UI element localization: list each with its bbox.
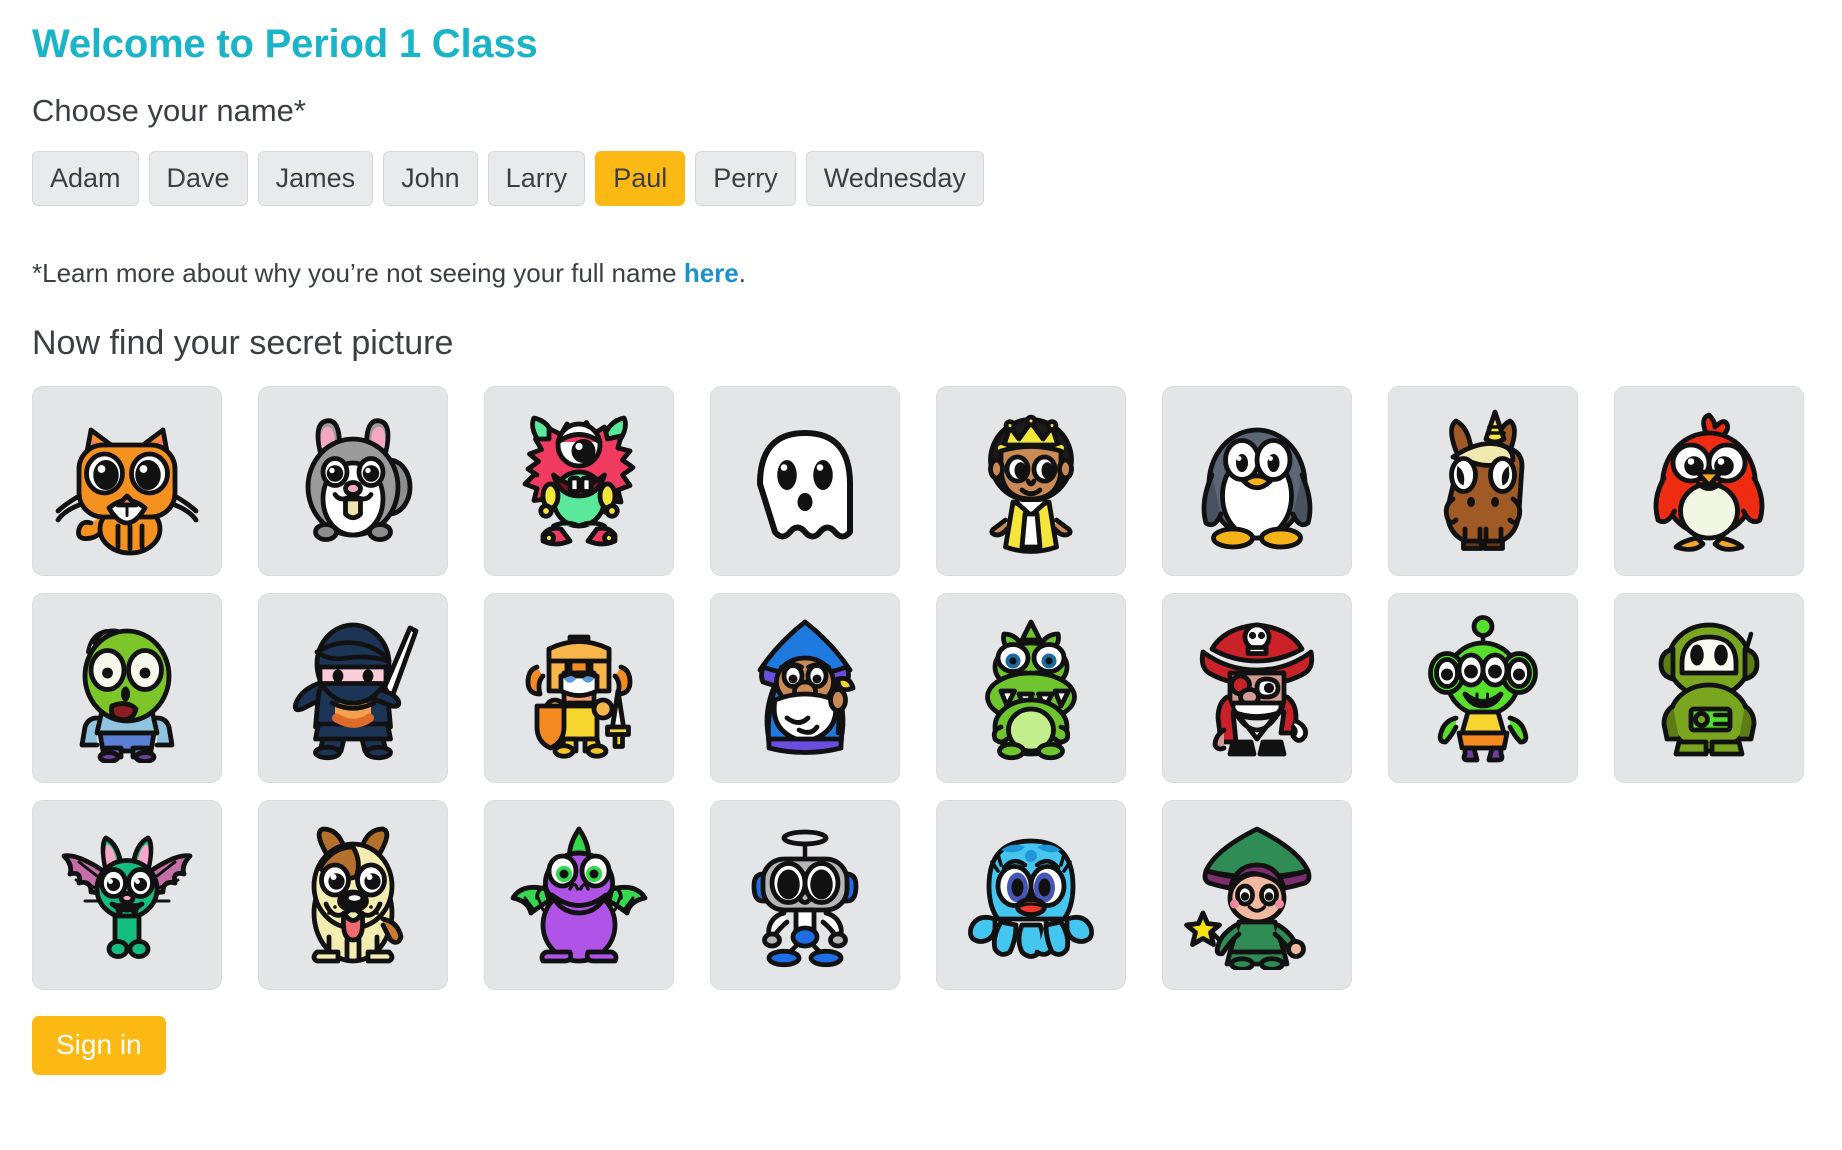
dinosaur-icon	[956, 613, 1106, 763]
wizard-icon	[730, 613, 880, 763]
hamster-icon	[278, 406, 428, 556]
name-button-james[interactable]: James	[257, 151, 374, 207]
note-prefix-text: *Learn more about why you’re not seeing …	[32, 258, 684, 289]
picture-tile-knight[interactable]	[484, 593, 674, 784]
astronaut-icon	[1634, 613, 1784, 763]
picture-tile-princess[interactable]	[936, 386, 1126, 577]
ghost-icon	[730, 406, 880, 556]
picture-tile-bird[interactable]	[1614, 386, 1804, 577]
signin-page: Welcome to Period 1 Class Choose your na…	[0, 0, 1842, 1076]
picture-tile-bat[interactable]	[32, 800, 222, 991]
sign-in-button[interactable]: Sign in	[32, 1016, 166, 1076]
picture-tile-dragon[interactable]	[484, 800, 674, 991]
cat-icon	[52, 406, 202, 556]
secret-picture-title: Now find your secret picture	[32, 324, 454, 363]
name-button-john[interactable]: John	[383, 151, 478, 207]
octopus-icon	[956, 820, 1106, 970]
picture-grid	[32, 386, 1842, 991]
picture-tile-dinosaur[interactable]	[936, 593, 1126, 784]
princess-icon	[956, 406, 1106, 556]
dog-icon	[278, 820, 428, 970]
ninja-icon	[278, 613, 428, 763]
picture-tile-fairy[interactable]	[1162, 800, 1352, 991]
picture-tile-octopus[interactable]	[936, 800, 1126, 991]
picture-tile-ninja[interactable]	[258, 593, 448, 784]
alien-icon	[1408, 613, 1558, 763]
picture-tile-zombie[interactable]	[32, 593, 222, 784]
full-name-note: *Learn more about why you’re not seeing …	[32, 258, 1842, 289]
picture-tile-pirate[interactable]	[1162, 593, 1352, 784]
name-button-wednesday[interactable]: Wednesday	[805, 151, 984, 207]
knight-icon	[504, 613, 654, 763]
picture-tile-cat[interactable]	[32, 386, 222, 577]
monster-icon	[504, 406, 654, 556]
bird-icon	[1634, 406, 1784, 556]
picture-tile-ghost[interactable]	[710, 386, 900, 577]
dragon-icon	[504, 820, 654, 970]
note-suffix-text: .	[738, 258, 746, 289]
picture-tile-wizard[interactable]	[710, 593, 900, 784]
choose-name-label: Choose your name*	[32, 93, 306, 128]
page-title: Welcome to Period 1 Class	[32, 22, 538, 66]
name-button-group: Adam Dave James John Larry Paul Perry Wednesday	[32, 151, 1842, 207]
zombie-icon	[52, 613, 202, 764]
name-button-dave[interactable]: Dave	[148, 151, 248, 207]
fairy-icon	[1182, 820, 1332, 971]
penguin-icon	[1182, 406, 1332, 556]
robot-icon	[730, 820, 880, 970]
picture-tile-monster[interactable]	[484, 386, 674, 577]
name-button-perry[interactable]: Perry	[695, 151, 796, 207]
name-button-adam[interactable]: Adam	[32, 151, 139, 207]
picture-tile-unicorn[interactable]	[1388, 386, 1578, 577]
picture-tile-dog[interactable]	[258, 800, 448, 991]
learn-more-here-link[interactable]: here	[684, 258, 739, 288]
name-button-larry[interactable]: Larry	[487, 151, 586, 207]
name-button-paul[interactable]: Paul	[595, 151, 686, 207]
signin-row: Sign in	[32, 1016, 1842, 1076]
unicorn-icon	[1408, 406, 1558, 556]
pirate-icon	[1182, 613, 1332, 763]
picture-tile-alien[interactable]	[1388, 593, 1578, 784]
picture-tile-robot[interactable]	[710, 800, 900, 991]
picture-tile-astronaut[interactable]	[1614, 593, 1804, 784]
picture-tile-penguin[interactable]	[1162, 386, 1352, 577]
bat-icon	[52, 820, 202, 970]
picture-tile-hamster[interactable]	[258, 386, 448, 577]
